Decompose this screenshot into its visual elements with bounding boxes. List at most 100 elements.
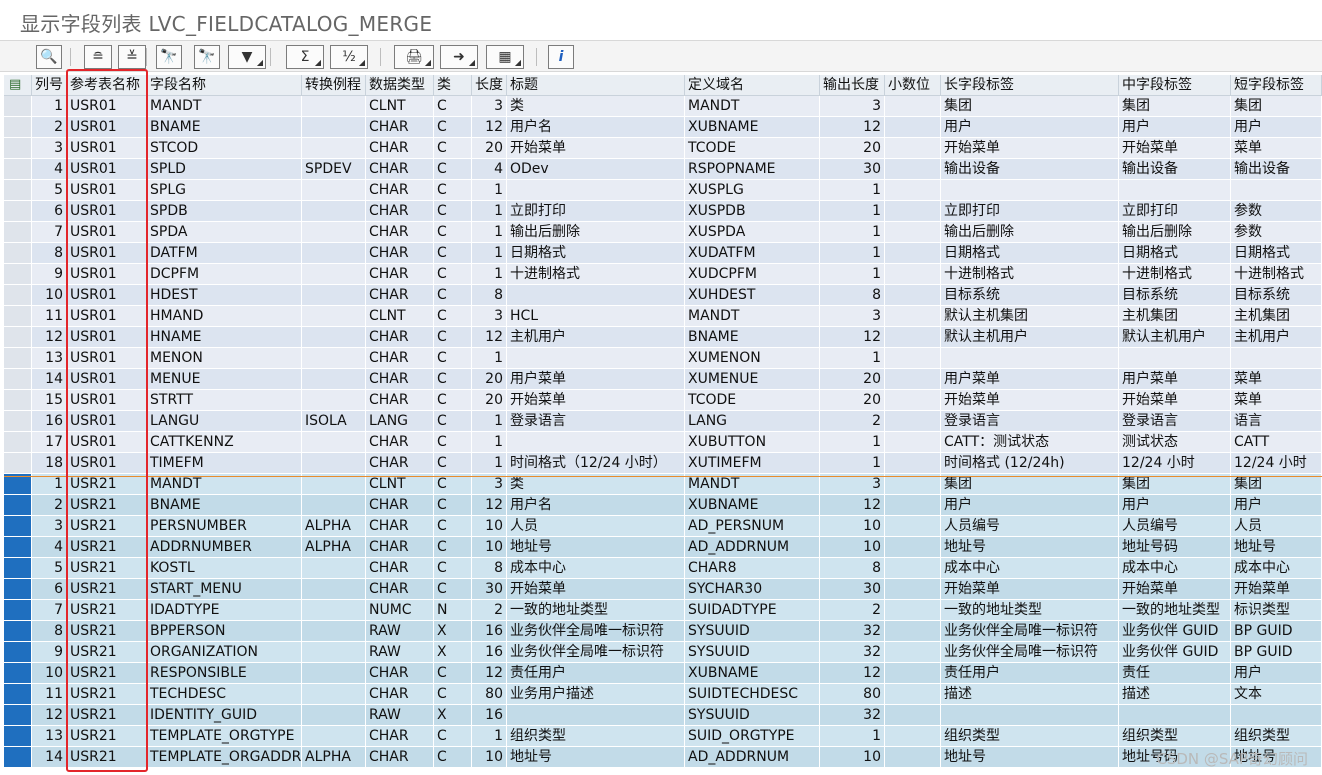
table-cell[interactable]: CLNT (366, 306, 434, 327)
table-cell[interactable]: 地址号码 (1119, 537, 1231, 558)
table-cell[interactable]: USR01 (67, 348, 147, 369)
table-cell[interactable]: HNAME (147, 327, 302, 348)
table-cell[interactable] (941, 180, 1119, 201)
table-cell[interactable]: 10 (32, 285, 67, 306)
table-cell[interactable]: 2 (820, 600, 885, 621)
table-cell[interactable] (302, 600, 366, 621)
table-cell[interactable]: 人员 (1231, 516, 1322, 537)
table-cell[interactable] (885, 411, 941, 432)
table-cell[interactable]: NUMC (366, 600, 434, 621)
table-cell[interactable]: USR01 (67, 96, 147, 117)
table-cell[interactable] (885, 705, 941, 726)
table-cell[interactable]: 10 (820, 516, 885, 537)
table-cell[interactable]: KOSTL (147, 558, 302, 579)
row-selector[interactable] (4, 474, 32, 495)
table-cell[interactable]: TCODE (685, 138, 820, 159)
table-cell[interactable]: 人员编号 (1119, 516, 1231, 537)
table-cell[interactable]: 业务伙伴全局唯一标识符 (941, 642, 1119, 663)
table-cell[interactable]: TECHDESC (147, 684, 302, 705)
table-cell[interactable]: 12/24 小时 (1231, 453, 1322, 474)
table-cell[interactable]: USR21 (67, 705, 147, 726)
table-row[interactable]: 5 USR21 KOSTL CHAR C 8 成本中心 CHAR8 8 成本中心 成本中心 成本中心 (0, 558, 1322, 579)
table-cell[interactable]: 目标系统 (1119, 285, 1231, 306)
table-cell[interactable]: 3 (472, 306, 507, 327)
table-cell[interactable]: 3 (820, 306, 885, 327)
table-row[interactable]: 14 USR01 MENUE CHAR C 20 用户菜单 XUMENUE 20 用户菜单 用户菜单… (0, 369, 1322, 390)
table-cell[interactable]: HCL (507, 306, 685, 327)
table-cell[interactable]: 用户 (1231, 117, 1322, 138)
table-cell[interactable]: 业务伙伴 GUID (1119, 642, 1231, 663)
table-cell[interactable]: 8 (472, 285, 507, 306)
table-cell[interactable] (302, 558, 366, 579)
table-cell[interactable]: CHAR (366, 327, 434, 348)
table-cell[interactable]: 一致的地址类型 (507, 600, 685, 621)
table-cell[interactable] (885, 306, 941, 327)
table-cell[interactable]: USR21 (67, 495, 147, 516)
table-cell[interactable]: USR21 (67, 516, 147, 537)
table-cell[interactable]: 用户 (1231, 663, 1322, 684)
table-cell[interactable]: 默认主机集团 (941, 306, 1119, 327)
table-cell[interactable]: 1 (472, 726, 507, 747)
table-cell[interactable]: 菜单 (1231, 138, 1322, 159)
table-cell[interactable]: C (434, 285, 472, 306)
table-cell[interactable] (302, 222, 366, 243)
table-cell[interactable]: ADDRNUMBER (147, 537, 302, 558)
table-cell[interactable]: 主机用户 (507, 327, 685, 348)
table-row[interactable]: 13 USR01 MENON CHAR C 1 XUMENON 1 (0, 348, 1322, 369)
table-cell[interactable]: 开始菜单 (507, 138, 685, 159)
table-row[interactable]: 13 USR21 TEMPLATE_ORGTYPE CHAR C 1 组织类型 SUID_OR… (0, 726, 1322, 747)
table-cell[interactable]: STRTT (147, 390, 302, 411)
table-cell[interactable]: USR21 (67, 663, 147, 684)
table-cell[interactable] (885, 117, 941, 138)
table-cell[interactable]: USR01 (67, 201, 147, 222)
table-cell[interactable]: USR21 (67, 684, 147, 705)
table-cell[interactable]: 时间格式 (12/24h) (941, 453, 1119, 474)
table-cell[interactable]: 12 (32, 705, 67, 726)
table-cell[interactable]: XUDATFM (685, 243, 820, 264)
table-cell[interactable]: C (434, 432, 472, 453)
table-cell[interactable]: 1 (820, 243, 885, 264)
table-cell[interactable]: 成本中心 (1231, 558, 1322, 579)
table-cell[interactable]: CHAR (366, 432, 434, 453)
table-cell[interactable]: 3 (32, 138, 67, 159)
table-cell[interactable]: 12 (32, 327, 67, 348)
table-row[interactable]: 7 USR01 SPDA CHAR C 1 输出后删除 XUSPDA 1 输出后删除 输出后删除 参数 (0, 222, 1322, 243)
sort-descending-button[interactable]: ≚ (118, 45, 146, 69)
table-cell[interactable]: 组织类型 (507, 726, 685, 747)
table-cell[interactable]: 20 (820, 390, 885, 411)
table-cell[interactable] (507, 348, 685, 369)
table-cell[interactable]: 用户 (1119, 495, 1231, 516)
table-cell[interactable]: 2 (32, 495, 67, 516)
column-header[interactable]: 短字段标签 (1231, 75, 1322, 96)
table-cell[interactable] (302, 138, 366, 159)
table-cell[interactable]: 地址号 (507, 747, 685, 768)
table-cell[interactable]: RAW (366, 621, 434, 642)
table-row[interactable]: 8 USR21 BPPERSON RAW X 16 业务伙伴全局唯一标识符 SYSUUID 32… (0, 621, 1322, 642)
table-cell[interactable]: 1 (472, 432, 507, 453)
table-cell[interactable]: BNAME (685, 327, 820, 348)
table-cell[interactable]: 集团 (1231, 474, 1322, 495)
table-cell[interactable]: 登录语言 (941, 411, 1119, 432)
table-cell[interactable]: 用户 (1119, 117, 1231, 138)
table-cell[interactable]: USR01 (67, 117, 147, 138)
table-cell[interactable]: MENUE (147, 369, 302, 390)
table-cell[interactable]: CHAR (366, 579, 434, 600)
filter-button[interactable]: ▼ ◢ (228, 45, 266, 69)
table-cell[interactable]: CATTKENNZ (147, 432, 302, 453)
table-cell[interactable]: 32 (820, 705, 885, 726)
table-cell[interactable]: 开始菜单 (941, 138, 1119, 159)
table-cell[interactable]: 8 (32, 621, 67, 642)
table-cell[interactable]: 12 (472, 327, 507, 348)
table-cell[interactable]: 地址号 (1231, 537, 1322, 558)
table-cell[interactable]: C (434, 747, 472, 768)
table-cell[interactable]: USR01 (67, 306, 147, 327)
table-cell[interactable]: 12 (820, 663, 885, 684)
table-cell[interactable]: 6 (32, 201, 67, 222)
table-cell[interactable]: 开始菜单 (1119, 138, 1231, 159)
table-cell[interactable]: SUID_ORGTYPE (685, 726, 820, 747)
row-selector[interactable] (4, 642, 32, 663)
table-cell[interactable]: 1 (472, 180, 507, 201)
table-cell[interactable]: AD_ADDRNUM (685, 747, 820, 768)
table-cell[interactable]: 文本 (1231, 684, 1322, 705)
row-selector[interactable] (4, 558, 32, 579)
